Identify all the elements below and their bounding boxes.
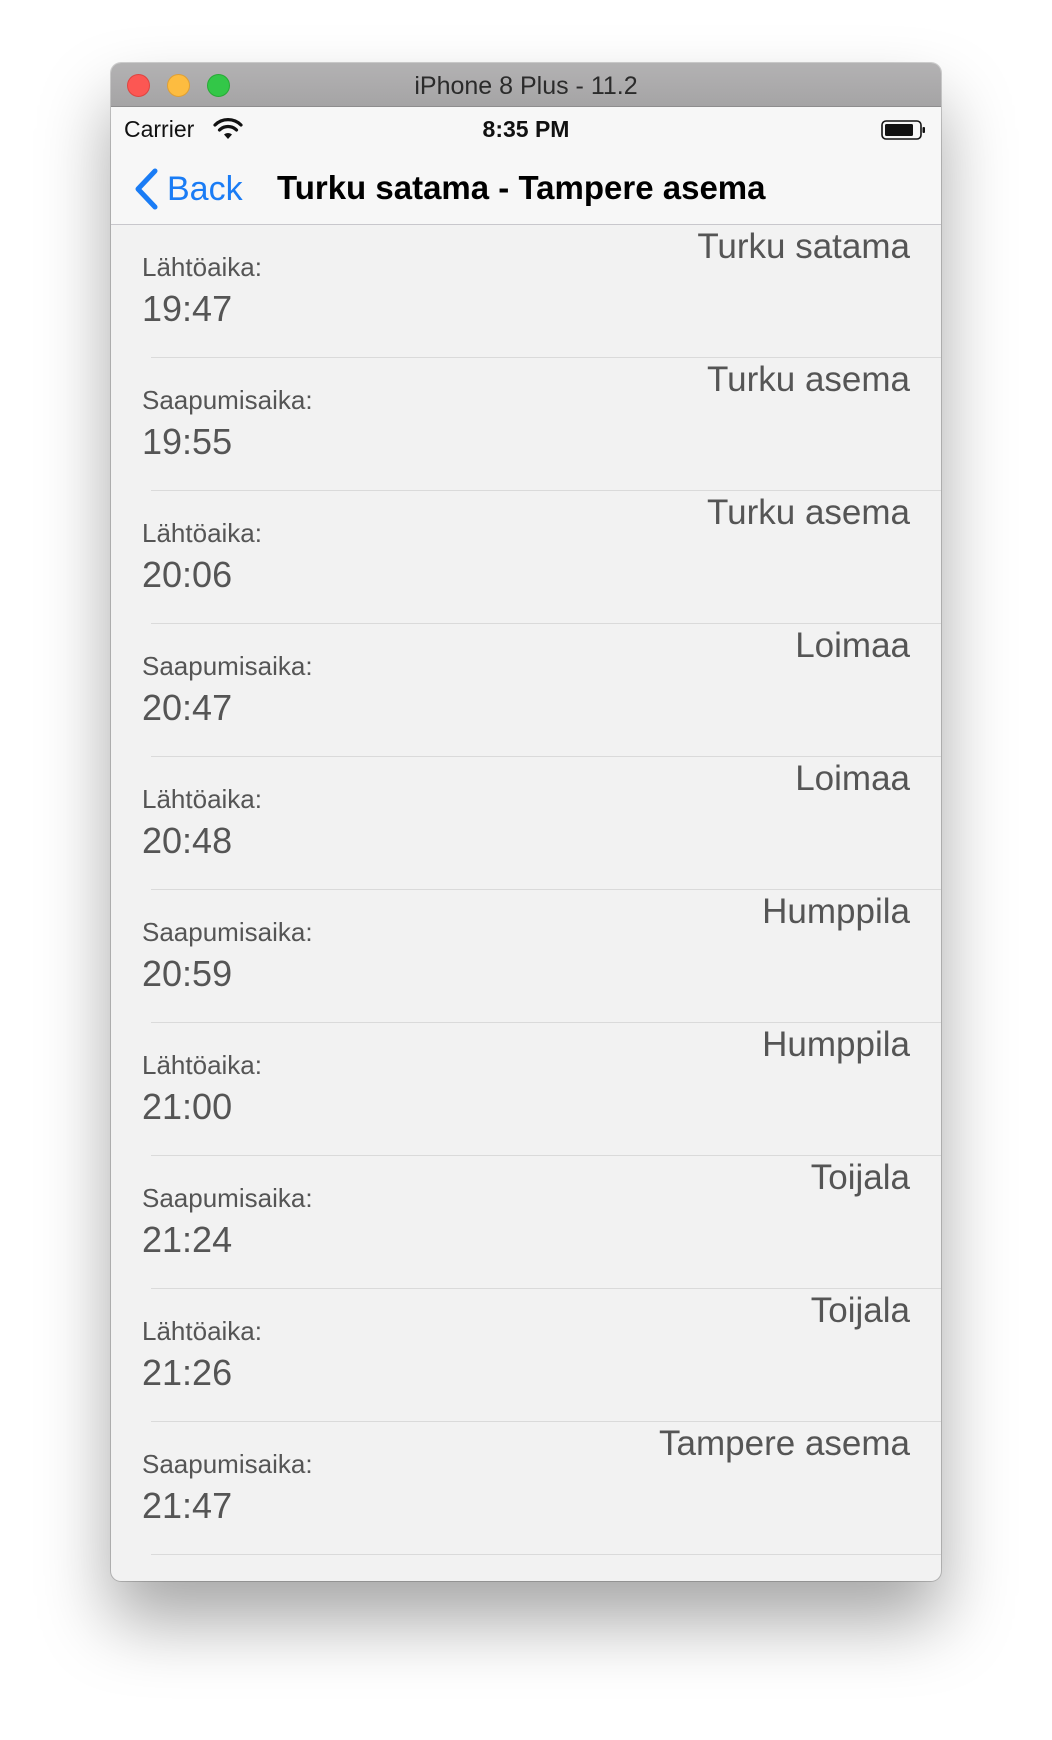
station-name: Toijala <box>810 1158 910 1197</box>
time-value: 21:26 <box>142 1352 233 1393</box>
window-titlebar[interactable]: iPhone 8 Plus - 11.2 <box>111 63 941 107</box>
chevron-left-icon <box>135 168 158 210</box>
status-bar: Carrier 8:35 PM <box>111 107 941 151</box>
time-value: 20:48 <box>142 820 233 861</box>
time-value: 21:47 <box>142 1485 233 1526</box>
time-value: 20:47 <box>142 687 233 728</box>
page-title: Turku satama - Tampere asema <box>277 169 766 206</box>
station-name: Humppila <box>762 1025 910 1064</box>
battery-icon <box>881 120 925 140</box>
time-label: Saapumisaika: <box>142 385 313 415</box>
station-name: Loimaa <box>795 626 910 665</box>
back-button[interactable]: Back <box>133 167 243 211</box>
time-label: Lähtöaika: <box>142 1050 262 1080</box>
back-button-label: Back <box>167 169 243 208</box>
list-item[interactable]: Toijala Saapumisaika: 21:24 <box>111 1156 941 1289</box>
list-item[interactable]: Humppila Saapumisaika: 20:59 <box>111 890 941 1023</box>
time-value: 19:47 <box>142 288 233 329</box>
time-label: Lähtöaika: <box>142 252 262 282</box>
station-name: Turku asema <box>707 493 910 532</box>
time-value: 20:06 <box>142 554 233 595</box>
station-name: Loimaa <box>795 759 910 798</box>
status-clock: 8:35 PM <box>482 116 570 142</box>
simulator-window: iPhone 8 Plus - 11.2 Carrier 8:35 PM Bac… <box>111 63 941 1581</box>
list-item[interactable]: Humppila Lähtöaika: 21:00 <box>111 1023 941 1156</box>
navigation-bar: Back Turku satama - Tampere asema <box>111 151 941 225</box>
list-item[interactable]: Turku asema Lähtöaika: 20:06 <box>111 491 941 624</box>
time-value: 21:24 <box>142 1219 233 1260</box>
list-item[interactable]: Loimaa Saapumisaika: 20:47 <box>111 624 941 757</box>
time-label: Lähtöaika: <box>142 784 262 814</box>
station-name: Turku satama <box>697 227 910 266</box>
time-value: 19:55 <box>142 421 233 462</box>
list-item[interactable]: Turku satama Lähtöaika: 19:47 <box>111 225 941 358</box>
time-value: 21:00 <box>142 1086 233 1127</box>
list-item[interactable]: Toijala Lähtöaika: 21:26 <box>111 1289 941 1422</box>
time-label: Lähtöaika: <box>142 1316 262 1346</box>
list-item[interactable]: Tampere asema Saapumisaika: 21:47 <box>111 1422 941 1555</box>
list-item[interactable]: Loimaa Lähtöaika: 20:48 <box>111 757 941 890</box>
time-label: Saapumisaika: <box>142 1183 313 1213</box>
time-label: Saapumisaika: <box>142 651 313 681</box>
time-label: Saapumisaika: <box>142 917 313 947</box>
station-name: Turku asema <box>707 360 910 399</box>
stops-list[interactable]: Turku satama Lähtöaika: 19:47 Turku asem… <box>111 225 941 1555</box>
time-value: 20:59 <box>142 953 233 994</box>
station-name: Tampere asema <box>659 1424 910 1463</box>
station-name: Toijala <box>810 1291 910 1330</box>
window-title: iPhone 8 Plus - 11.2 <box>414 72 638 100</box>
time-label: Saapumisaika: <box>142 1449 313 1479</box>
time-label: Lähtöaika: <box>142 518 262 548</box>
list-item[interactable]: Turku asema Saapumisaika: 19:55 <box>111 358 941 491</box>
station-name: Humppila <box>762 892 910 931</box>
